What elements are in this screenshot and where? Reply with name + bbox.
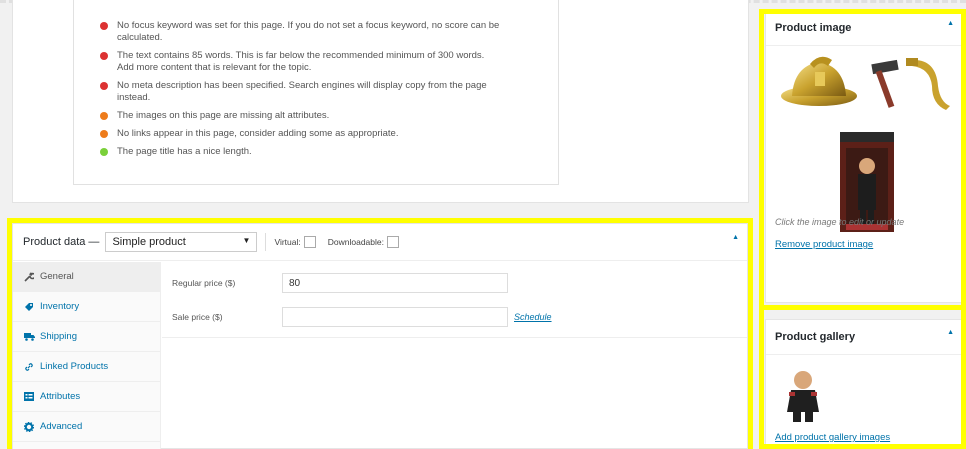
seo-analysis-list: No focus keyword was set for this page. … <box>74 0 558 158</box>
status-dot-icon <box>100 22 108 30</box>
highlight-frame <box>759 308 966 449</box>
status-dot-icon <box>100 148 108 156</box>
seo-item: No meta description has been specified. … <box>100 80 500 104</box>
seo-item-text: No links appear in this page, consider a… <box>117 128 399 139</box>
seo-item-text: No focus keyword was set for this page. … <box>117 20 500 43</box>
status-dot-icon <box>100 112 108 120</box>
seo-item: The text contains 85 words. This is far … <box>100 50 500 74</box>
highlight-frame <box>759 9 966 310</box>
seo-analysis-box: No focus keyword was set for this page. … <box>12 0 749 203</box>
seo-analysis-panel: No focus keyword was set for this page. … <box>73 0 559 185</box>
seo-item: No focus keyword was set for this page. … <box>100 20 500 44</box>
seo-item-text: The text contains 85 words. This is far … <box>117 50 485 73</box>
status-dot-icon <box>100 52 108 60</box>
status-dot-icon <box>100 130 108 138</box>
seo-item-text: The images on this page are missing alt … <box>117 110 330 121</box>
seo-item: The images on this page are missing alt … <box>100 110 500 122</box>
seo-item-text: The page title has a nice length. <box>117 146 252 157</box>
seo-item-text: No meta description has been specified. … <box>117 80 487 103</box>
seo-item: No links appear in this page, consider a… <box>100 128 500 140</box>
seo-item: The page title has a nice length. <box>100 146 500 158</box>
highlight-frame <box>7 218 753 449</box>
status-dot-icon <box>100 82 108 90</box>
